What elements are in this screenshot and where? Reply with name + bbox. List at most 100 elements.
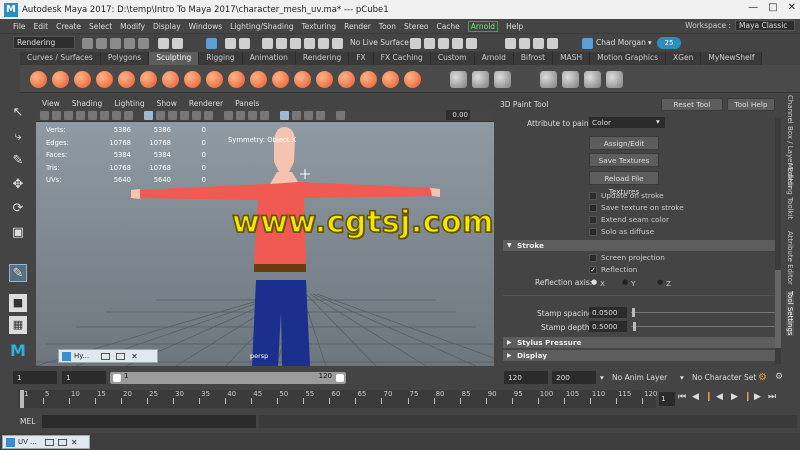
sculpt-geometry-icon[interactable]	[562, 71, 579, 88]
select-hierarchy-icon[interactable]	[158, 38, 169, 49]
notifications-badge[interactable]: 25	[657, 37, 681, 49]
axis-z-radio[interactable]: ●	[657, 278, 663, 286]
shelf-tab-custom[interactable]: Custom	[430, 52, 475, 65]
side-tab-modeling-toolkit[interactable]: Modeling Toolkit	[786, 163, 794, 219]
character-set-chevron-icon[interactable]: ▾	[680, 373, 684, 382]
shelf-tab-polygons[interactable]: Polygons	[100, 52, 150, 65]
shelf-tab-mash[interactable]: MASH	[553, 52, 591, 65]
extend-seam-color-checkbox[interactable]	[589, 216, 597, 224]
shelf-tab-rendering[interactable]: Rendering	[295, 52, 350, 65]
minimize-button[interactable]: —	[748, 2, 758, 13]
knife-tool-icon[interactable]	[316, 71, 333, 88]
grab-tool-icon[interactable]	[96, 71, 113, 88]
ambient-occlusion-icon[interactable]	[224, 111, 233, 120]
amplify-tool-icon[interactable]	[382, 71, 399, 88]
menu-modify[interactable]: Modify	[120, 22, 145, 31]
menu-file[interactable]: File	[13, 22, 26, 31]
resolution-gate-icon[interactable]	[112, 111, 121, 120]
film-gate-icon[interactable]	[100, 111, 109, 120]
rotate-tool-icon[interactable]: ⟳	[9, 200, 27, 218]
reload-file-textures-button[interactable]: Reload File Textures	[589, 171, 659, 196]
smear-tool-icon[interactable]	[338, 71, 355, 88]
bookmarks-icon[interactable]	[64, 111, 73, 120]
play-backwards-icon[interactable]: ◀	[716, 392, 723, 402]
step-back-frame-icon[interactable]: ❙	[705, 392, 713, 402]
anim-layer-label[interactable]: No Anim Layer	[612, 373, 667, 382]
maximize-button[interactable]: □	[768, 2, 777, 13]
camera-select-icon[interactable]	[40, 111, 49, 120]
bulge-tool-icon[interactable]	[360, 71, 377, 88]
update-on-stroke-checkbox[interactable]	[589, 192, 597, 200]
restore-window-icon[interactable]	[101, 352, 111, 360]
tool-settings-scrollbar[interactable]	[775, 118, 781, 364]
screen-projection-checkbox[interactable]	[589, 254, 597, 262]
menu-windows[interactable]: Windows	[189, 22, 222, 31]
gate-mask-icon[interactable]	[124, 111, 133, 120]
wireframe-icon[interactable]	[144, 111, 153, 120]
snap-curve-icon[interactable]	[276, 38, 287, 49]
command-language-label[interactable]: MEL	[20, 417, 35, 426]
repeat-tool-icon[interactable]	[206, 71, 223, 88]
toggle-channel-box-icon[interactable]	[547, 38, 558, 49]
menu-arnold[interactable]: Arnold	[467, 20, 499, 32]
user-dropdown-chevron-down-icon[interactable]: ▾	[648, 38, 652, 47]
shelf-tab-animation[interactable]: Animation	[242, 52, 296, 65]
shelf-tab-bifrost[interactable]: Bifrost	[513, 52, 554, 65]
scrollbar-thumb[interactable]	[775, 270, 781, 348]
render-view-icon[interactable]	[466, 38, 477, 49]
shelf-tab-xgen[interactable]: XGen	[666, 52, 702, 65]
image-plane-icon[interactable]	[76, 111, 85, 120]
stamp-depth-field[interactable]: 0.5000	[589, 321, 627, 332]
grid-icon[interactable]	[88, 111, 97, 120]
mask-tool-icon[interactable]	[472, 71, 489, 88]
menu-select[interactable]: Select	[89, 22, 112, 31]
foamy-tool-icon[interactable]	[162, 71, 179, 88]
lasso-tool-icon[interactable]: ⤷	[9, 128, 27, 146]
xray-joints-icon[interactable]	[304, 111, 313, 120]
select-component-icon[interactable]	[206, 38, 217, 49]
viewport-menu-panels[interactable]: Panels	[235, 99, 259, 108]
menuset-dropdown[interactable]: Rendering	[13, 36, 75, 49]
viewport-menu-lighting[interactable]: Lighting	[114, 99, 144, 108]
step-forward-key-icon[interactable]: ▶	[754, 392, 761, 402]
pinch-tool-icon[interactable]	[118, 71, 135, 88]
side-tab-attribute-editor[interactable]: Attribute Editor	[786, 231, 794, 285]
play-forwards-icon[interactable]: ▶	[731, 392, 738, 402]
fill-tool-icon[interactable]	[294, 71, 311, 88]
menu-edit[interactable]: Edit	[34, 22, 49, 31]
shelf-tab-sculpting[interactable]: Sculpting	[149, 52, 200, 65]
playback-end-field[interactable]: 120	[504, 371, 548, 384]
toggle-tool-settings-icon[interactable]	[533, 38, 544, 49]
scrape-tool-icon[interactable]	[272, 71, 289, 88]
select-by-joint-icon[interactable]	[239, 38, 250, 49]
textured-icon[interactable]	[180, 111, 189, 120]
reset-tool-button[interactable]: Reset Tool	[661, 98, 723, 111]
user-name[interactable]: Chad Morgan	[596, 38, 646, 47]
menu-stereo[interactable]: Stereo	[404, 22, 428, 31]
smooth-shade-icon[interactable]	[156, 111, 165, 120]
toggle-attribute-editor-icon[interactable]	[519, 38, 530, 49]
shelf-tab-arnold[interactable]: Arnold	[474, 52, 514, 65]
select-object-icon[interactable]	[172, 38, 183, 49]
save-textures-button[interactable]: Save Textures	[589, 153, 659, 167]
viewport-menu-view[interactable]: View	[42, 99, 60, 108]
go-to-end-icon[interactable]: ⏭	[768, 392, 776, 402]
depth-of-field-icon[interactable]	[260, 111, 269, 120]
hypershade-minimized-window[interactable]: Hy... ✕	[58, 349, 158, 363]
new-scene-icon[interactable]	[82, 38, 93, 49]
shelf-tab-mynewshelf[interactable]: MyNewShelf	[701, 52, 763, 65]
playback-start-field[interactable]: 1	[62, 371, 106, 384]
reflection-checkbox[interactable]: ✓	[589, 266, 597, 274]
animation-end-field[interactable]: 200	[552, 371, 596, 384]
uv-editor-minimized-window[interactable]: UV ... ✕	[2, 435, 90, 449]
menu-toon[interactable]: Toon	[379, 22, 396, 31]
shelf-tab-rigging[interactable]: Rigging	[199, 52, 243, 65]
blend-shape-icon[interactable]	[540, 71, 557, 88]
render-frame-icon[interactable]	[410, 38, 421, 49]
multisample-antialiasing-icon[interactable]	[248, 111, 257, 120]
exposure-icon[interactable]	[336, 111, 345, 120]
imprint-tool-icon[interactable]	[228, 71, 245, 88]
sculpt-tool-icon[interactable]	[30, 71, 47, 88]
motion-blur-icon[interactable]	[236, 111, 245, 120]
xray-icon[interactable]	[292, 111, 301, 120]
